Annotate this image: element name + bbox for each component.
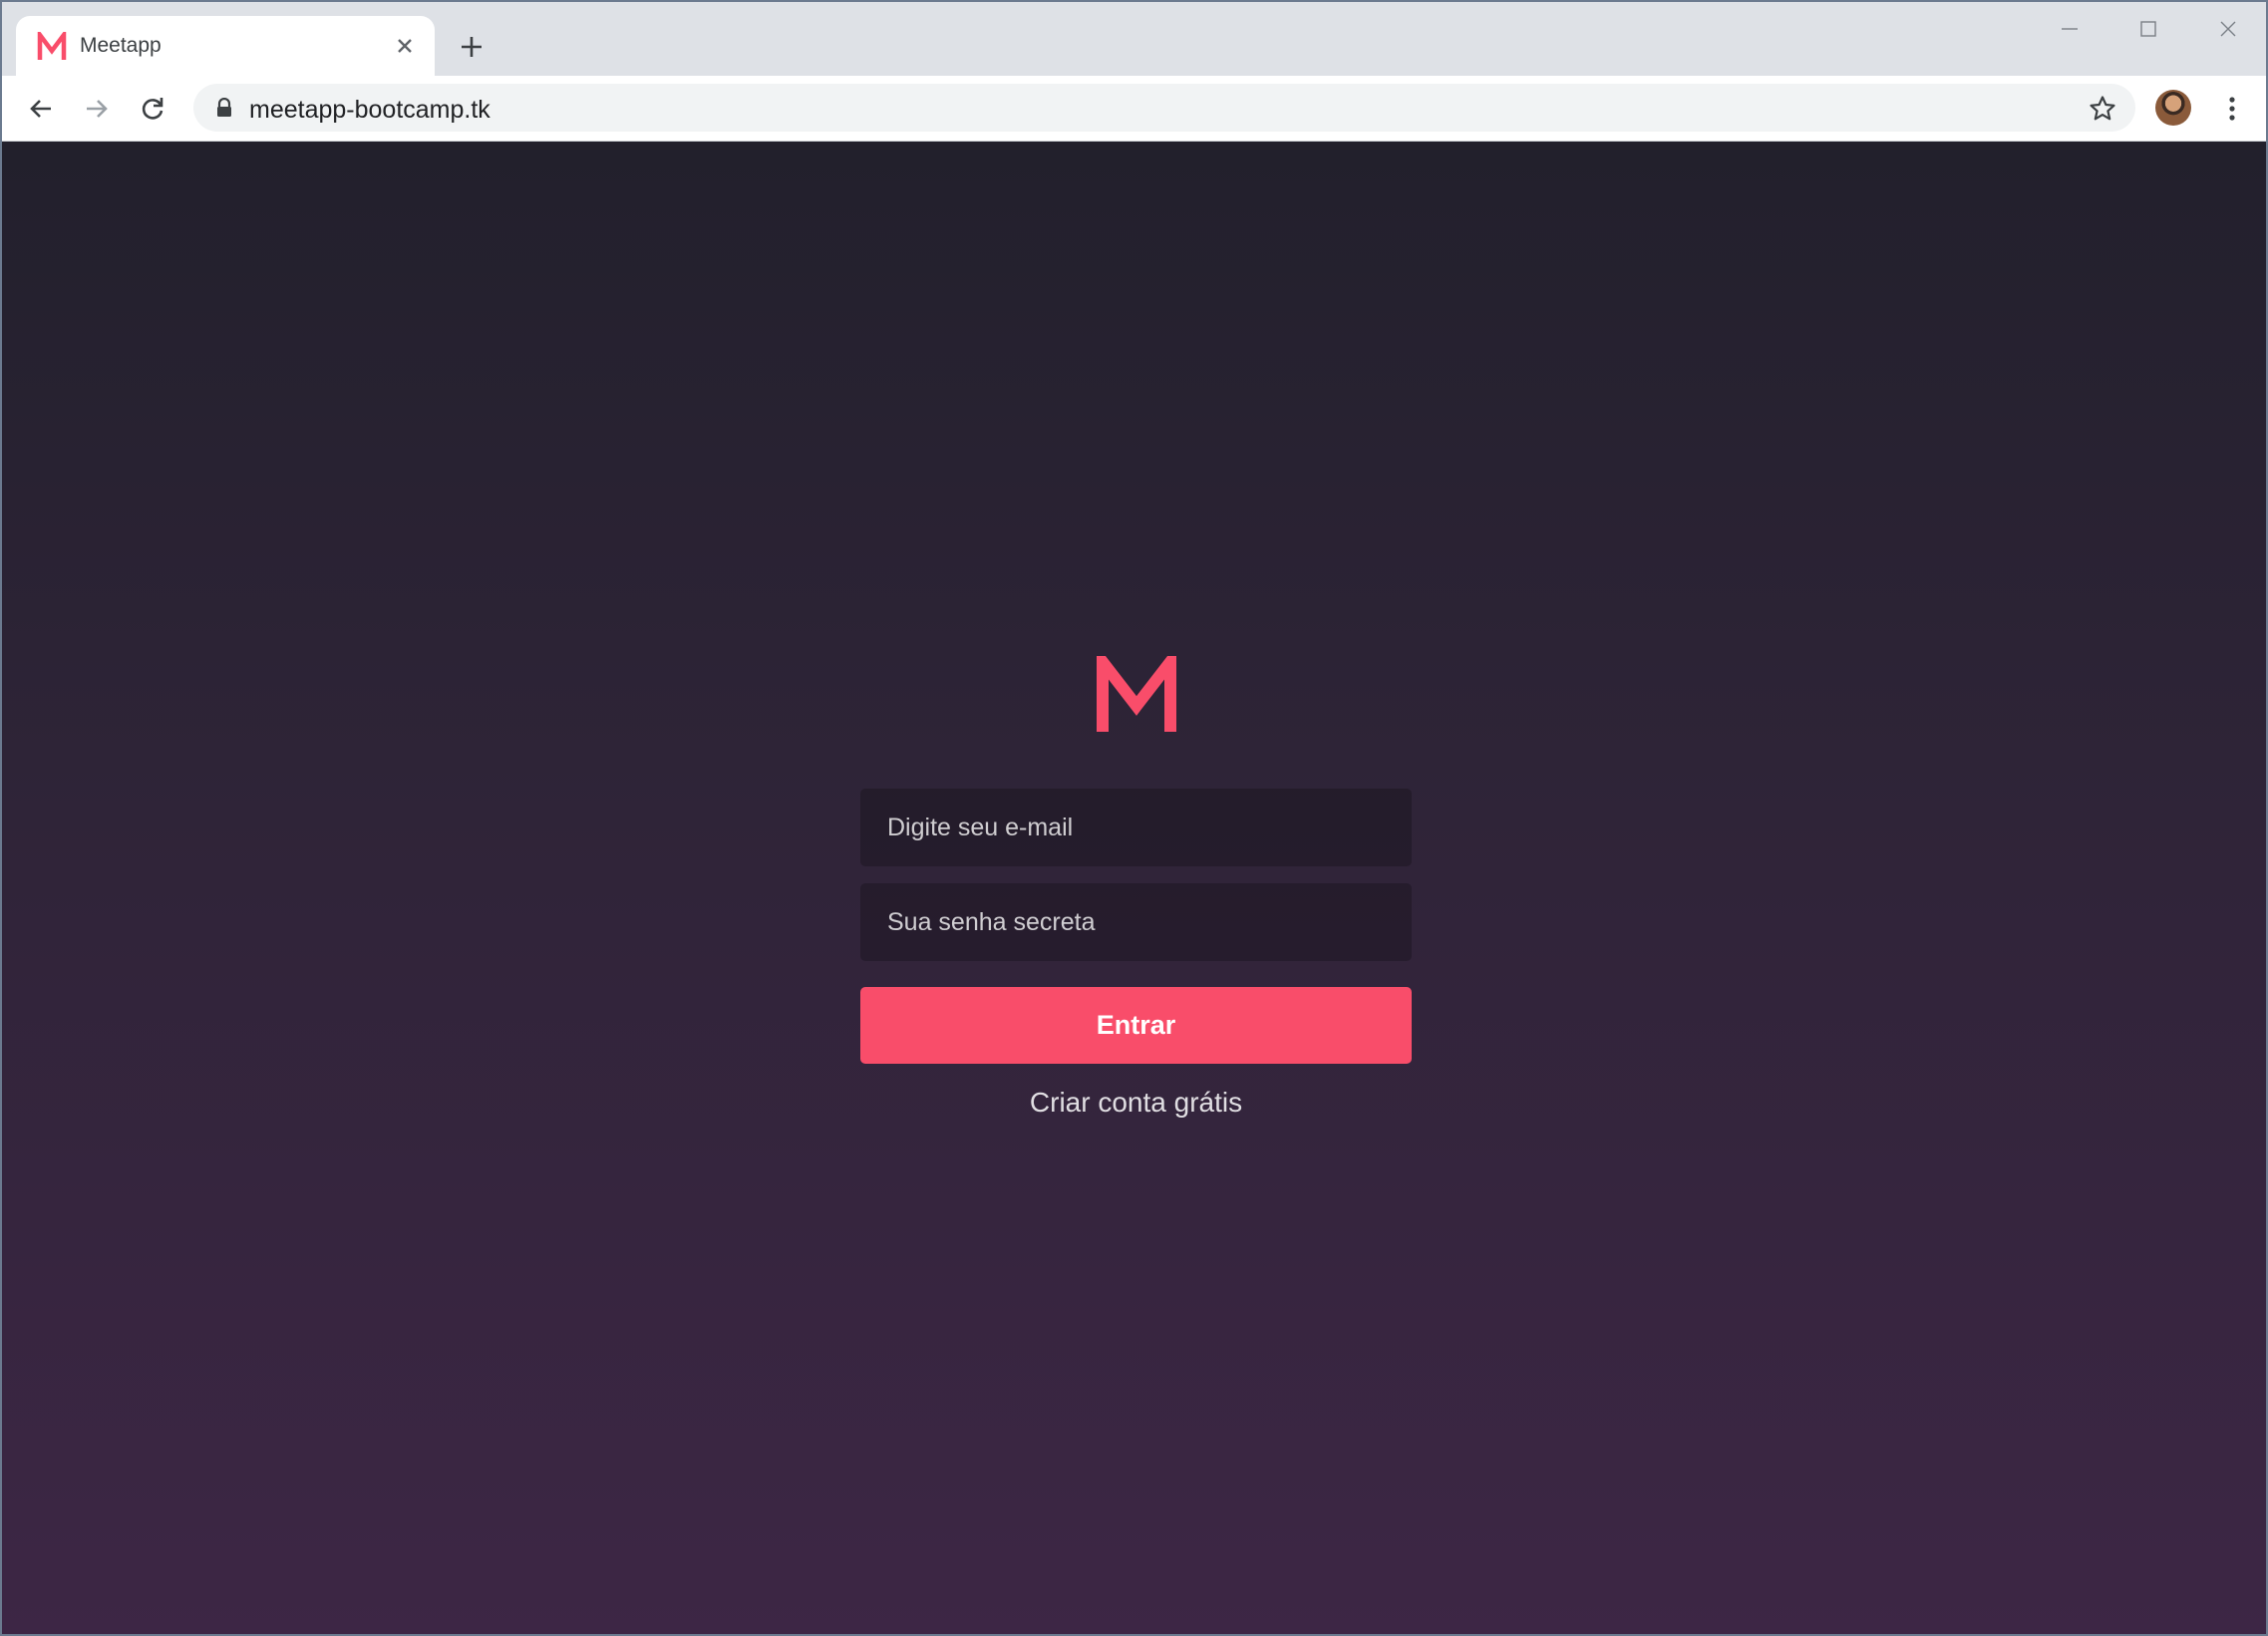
tab-title: Meetapp bbox=[80, 34, 162, 57]
lock-icon bbox=[217, 98, 231, 117]
reload-icon[interactable] bbox=[138, 94, 167, 124]
url-text: meetapp-bootcamp.tk bbox=[249, 96, 490, 124]
minimize-icon[interactable] bbox=[2055, 14, 2085, 44]
browser-toolbar: meetapp-bootcamp.tk bbox=[2, 76, 2266, 142]
maximize-icon[interactable] bbox=[2133, 14, 2163, 44]
browser-window: Meetapp meetapp-bootcamp.tk Digite seu e… bbox=[0, 0, 2268, 1636]
star-icon[interactable] bbox=[2088, 94, 2117, 124]
email-field[interactable] bbox=[860, 789, 1412, 866]
avatar[interactable] bbox=[2155, 90, 2191, 126]
login-page: Entrar Criar conta grátis bbox=[2, 142, 2266, 1634]
close-icon[interactable] bbox=[393, 34, 417, 58]
new-tab-icon[interactable] bbox=[457, 32, 486, 62]
address-bar[interactable]: meetapp-bootcamp.tk bbox=[193, 84, 2135, 132]
login-button[interactable]: Entrar bbox=[860, 987, 1412, 1064]
forward-icon[interactable] bbox=[82, 94, 112, 124]
meetapp-logo-icon bbox=[1097, 656, 1176, 732]
password-field[interactable] bbox=[860, 883, 1412, 961]
tab-meetapp[interactable]: Meetapp bbox=[16, 16, 435, 76]
create-account-link[interactable]: Criar conta grátis bbox=[860, 1087, 1412, 1119]
back-icon[interactable] bbox=[26, 94, 56, 124]
tab-strip: Meetapp bbox=[2, 2, 2266, 76]
meetapp-logo-icon bbox=[37, 32, 67, 60]
window-close-icon[interactable] bbox=[2213, 14, 2243, 44]
menu-icon[interactable] bbox=[2217, 94, 2247, 124]
